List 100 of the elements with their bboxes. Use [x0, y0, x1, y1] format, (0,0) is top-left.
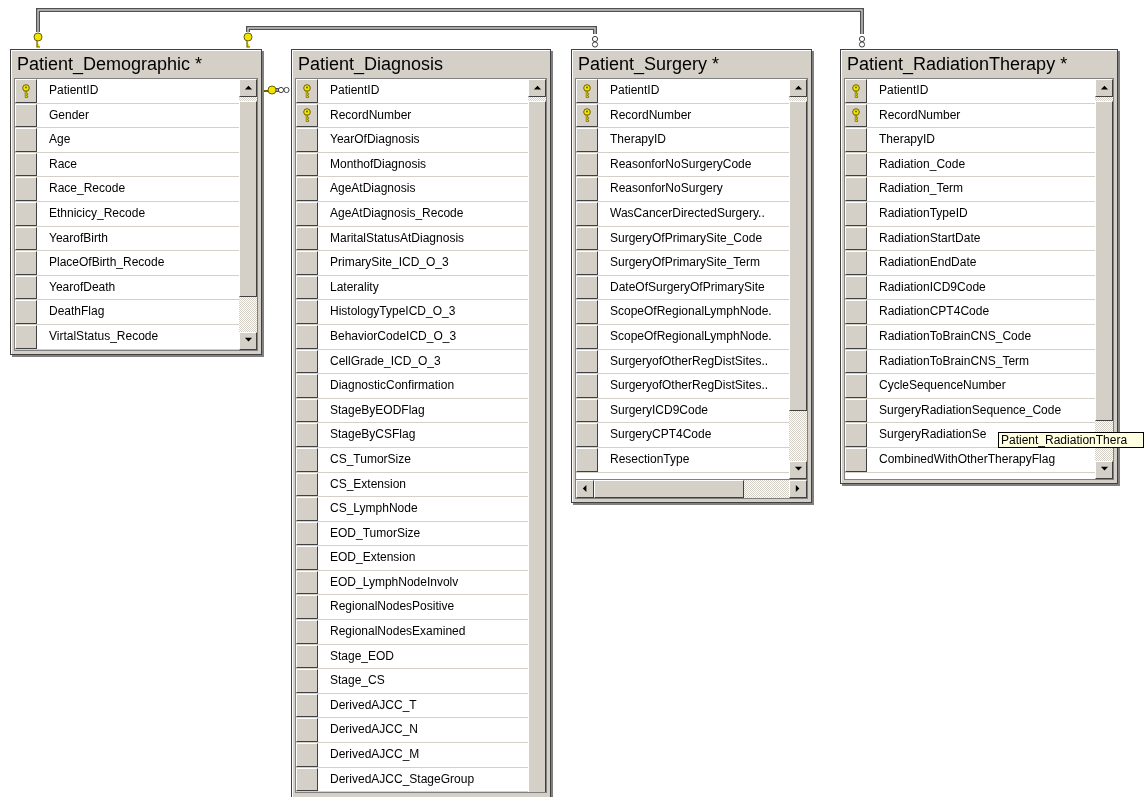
row-selector[interactable] — [15, 152, 37, 177]
row-selector[interactable] — [296, 620, 318, 644]
row-selector[interactable] — [296, 201, 318, 226]
row-selector[interactable] — [296, 324, 318, 349]
row-selector[interactable] — [845, 152, 867, 177]
row-selector[interactable] — [576, 103, 598, 128]
row-selector[interactable] — [296, 128, 318, 152]
row-selector[interactable] — [296, 743, 318, 767]
column-name: CS_Extension — [329, 475, 407, 493]
row-selector[interactable] — [15, 177, 37, 201]
row-selector[interactable] — [296, 398, 318, 423]
row-selector[interactable] — [845, 103, 867, 128]
row-selector[interactable] — [845, 374, 867, 398]
table-title: Patient_Diagnosis — [297, 53, 445, 77]
row-selector[interactable] — [845, 300, 867, 324]
scrollbar-thumb[interactable] — [239, 101, 257, 297]
row-selector[interactable] — [15, 201, 37, 226]
row-selector[interactable] — [15, 300, 37, 324]
row-selector[interactable] — [845, 251, 867, 275]
row-selector[interactable] — [15, 103, 37, 128]
column-name: ReasonforNoSurgeryCode — [609, 155, 752, 173]
row-selector[interactable] — [576, 447, 598, 472]
row-selector[interactable] — [296, 275, 318, 300]
row-selector[interactable] — [296, 472, 318, 497]
row-selector[interactable] — [296, 693, 318, 718]
row-selector[interactable] — [296, 447, 318, 472]
row-selector[interactable] — [576, 201, 598, 226]
row-selector[interactable] — [576, 251, 598, 275]
row-selector[interactable] — [296, 570, 318, 595]
scrollbar-thumb[interactable] — [1095, 101, 1113, 421]
row-selector[interactable] — [845, 275, 867, 300]
row-selector[interactable] — [576, 275, 598, 300]
row-selector[interactable] — [845, 128, 867, 152]
row-selector[interactable] — [15, 324, 37, 349]
row-selector[interactable] — [296, 300, 318, 324]
row-selector[interactable] — [15, 226, 37, 251]
row-selector[interactable] — [296, 79, 318, 103]
row-selector[interactable] — [296, 374, 318, 398]
row-selector[interactable] — [845, 201, 867, 226]
scroll-down-button[interactable] — [789, 460, 807, 479]
row-selector[interactable] — [296, 669, 318, 693]
row-selector[interactable] — [845, 324, 867, 349]
row-selector[interactable] — [15, 128, 37, 152]
column-name: Gender — [48, 106, 90, 124]
scroll-down-button[interactable] — [1095, 460, 1113, 479]
row-selector[interactable] — [296, 423, 318, 447]
scroll-up-button[interactable] — [1095, 79, 1113, 97]
column-name: CS_LymphNode — [329, 500, 418, 518]
table-card[interactable]: Patient_Demographic * PatientID Gender Age Race Race_Recode Ethnicicy_Recode YearofBirth PlaceOfBirth_Recode YearofDeath DeathFlag VirtalStatus_Recode — [10, 49, 262, 355]
column-name: StageByCSFlag — [329, 426, 416, 444]
column-name: VirtalStatus_Recode — [48, 327, 159, 345]
row-selector[interactable] — [296, 521, 318, 546]
row-selector[interactable] — [296, 546, 318, 570]
row-selector[interactable] — [576, 300, 598, 324]
row-selector[interactable] — [296, 718, 318, 743]
row-selector[interactable] — [845, 79, 867, 103]
column-name: SurgeryofOtherRegDistSites.. — [609, 377, 769, 395]
row-selector[interactable] — [296, 103, 318, 128]
scroll-up-button[interactable] — [239, 79, 257, 97]
row-selector[interactable] — [845, 177, 867, 201]
row-selector[interactable] — [576, 128, 598, 152]
column-name: YearofBirth — [48, 229, 108, 247]
table-card[interactable] — [291, 49, 551, 797]
column-name: RegionalNodesExamined — [329, 623, 466, 641]
scroll-up-button[interactable] — [528, 79, 546, 97]
row-selector[interactable] — [576, 79, 598, 103]
row-selector[interactable] — [296, 226, 318, 251]
row-selector[interactable] — [296, 251, 318, 275]
row-selector[interactable] — [296, 767, 318, 792]
key-icon — [852, 108, 860, 123]
row-selector[interactable] — [296, 177, 318, 201]
row-selector[interactable] — [845, 423, 867, 447]
table-card[interactable] — [571, 49, 812, 503]
row-selector[interactable] — [296, 152, 318, 177]
row-selector[interactable] — [296, 644, 318, 669]
row-selector[interactable] — [576, 349, 598, 374]
row-selector[interactable] — [15, 79, 37, 103]
row-selector[interactable] — [845, 398, 867, 423]
row-selector[interactable] — [296, 497, 318, 521]
row-selector[interactable] — [296, 595, 318, 620]
scroll-up-button[interactable] — [789, 79, 807, 97]
row-selector[interactable] — [576, 423, 598, 447]
row-selector[interactable] — [576, 177, 598, 201]
scrollbar-thumb[interactable] — [789, 101, 807, 411]
row-selector[interactable] — [576, 324, 598, 349]
scrollbar-thumb[interactable] — [528, 101, 546, 793]
scroll-down-button[interactable] — [239, 331, 257, 350]
row-selector[interactable] — [845, 226, 867, 251]
row-selector[interactable] — [576, 398, 598, 423]
key-icon — [583, 108, 591, 123]
column-name: MaritalStatusAtDiagnosis — [329, 229, 465, 247]
row-selector[interactable] — [576, 374, 598, 398]
row-selector[interactable] — [845, 447, 867, 472]
row-selector[interactable] — [15, 251, 37, 275]
row-selector[interactable] — [15, 275, 37, 300]
row-selector[interactable] — [576, 152, 598, 177]
row-selector[interactable] — [576, 226, 598, 251]
row-selector[interactable] — [296, 349, 318, 374]
column-name: PrimarySite_ICD_O_3 — [329, 254, 449, 272]
row-selector[interactable] — [845, 349, 867, 374]
